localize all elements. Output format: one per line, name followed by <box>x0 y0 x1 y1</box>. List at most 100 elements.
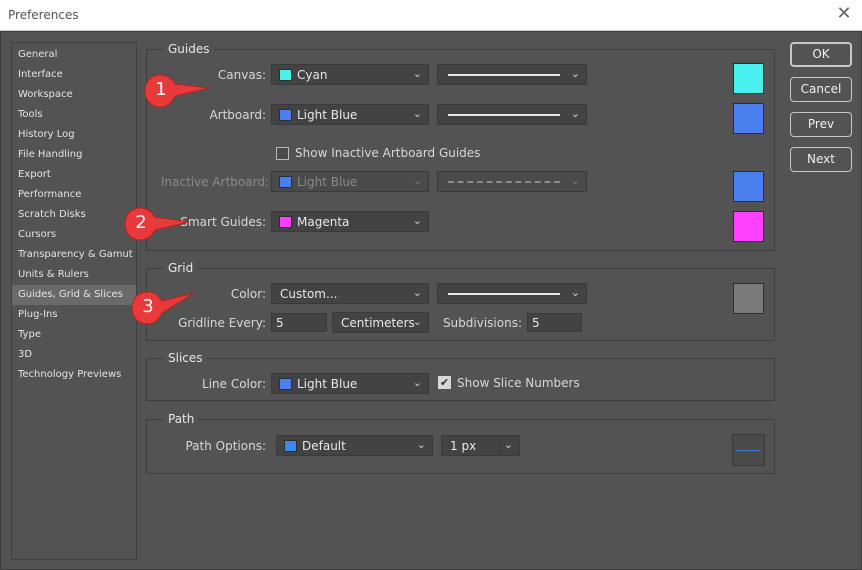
subdivisions-label: Subdivisions: <box>442 316 522 330</box>
canvas-line-style-select[interactable]: ⌄ <box>437 64 587 85</box>
sidebar-item-guides-grid-slices[interactable]: Guides, Grid & Slices <box>12 285 136 305</box>
callout-2: 2 <box>121 205 190 241</box>
sidebar-item-3d[interactable]: 3D <box>12 345 136 365</box>
grid-group-title: Grid <box>164 261 198 275</box>
artboard-color-swatch[interactable] <box>733 103 764 134</box>
slice-line-color-select[interactable]: Light Blue ⌄ <box>271 373 429 394</box>
inactive-artboard-color-select[interactable]: Light Blue ⌄ <box>271 171 429 192</box>
sidebar-item-transparency-gamut[interactable]: Transparency & Gamut <box>12 245 136 265</box>
callout-1: 1 <box>141 72 210 108</box>
show-slice-numbers-checkbox[interactable]: ✔ <box>438 376 451 389</box>
sidebar-item-file-handling[interactable]: File Handling <box>12 145 136 165</box>
subdivisions-input[interactable]: 5 <box>527 313 582 332</box>
callout-number: 2 <box>135 212 147 233</box>
grid-group <box>146 268 775 341</box>
smart-guides-color-swatch-small <box>279 216 292 228</box>
path-width-select[interactable]: 1 px ⌄ <box>441 435 520 456</box>
path-options-label: Path Options: <box>185 439 266 453</box>
artboard-line-style-select[interactable]: ⌄ <box>437 104 587 125</box>
grid-color-select[interactable]: Custom... ⌄ <box>271 283 429 304</box>
chevron-down-icon: ⌄ <box>416 438 426 451</box>
smart-guides-color-select[interactable]: Magenta ⌄ <box>271 211 429 232</box>
canvas-color-swatch[interactable] <box>733 63 764 94</box>
sidebar-item-history-log[interactable]: History Log <box>12 125 136 145</box>
callout-number: 3 <box>142 296 154 317</box>
solid-line-preview <box>448 74 560 76</box>
artboard-color-swatch-small <box>279 109 292 121</box>
ok-button[interactable]: OK <box>790 42 852 67</box>
guides-group-title: Guides <box>164 42 214 56</box>
close-icon[interactable]: ✕ <box>834 4 854 24</box>
artboard-color-value: Light Blue <box>297 108 358 122</box>
chevron-down-icon: ⌄ <box>412 174 422 187</box>
grid-color-value: Custom... <box>280 287 338 301</box>
chevron-down-icon: ⌄ <box>412 214 422 227</box>
solid-line-preview <box>448 293 560 295</box>
inactive-artboard-line-style-select[interactable]: ⌄ <box>437 171 587 192</box>
chevron-down-icon: ⌄ <box>503 438 513 451</box>
callout-3: 3 <box>128 289 195 325</box>
gridline-every-input[interactable]: 5 <box>271 313 327 332</box>
canvas-color-value: Cyan <box>297 68 328 82</box>
path-color-swatch-small <box>284 440 297 452</box>
slice-color-swatch-small <box>279 378 292 390</box>
sidebar-item-general[interactable]: General <box>12 45 136 65</box>
dashed-line-preview <box>448 181 560 183</box>
chevron-down-icon: ⌄ <box>412 67 422 80</box>
path-preview <box>732 434 765 466</box>
path-color-select[interactable]: Default ⌄ <box>276 435 433 456</box>
gridline-unit-value: Centimeters <box>341 316 415 330</box>
sidebar-item-tools[interactable]: Tools <box>12 105 136 125</box>
gridline-unit-select[interactable]: Centimeters ⌄ <box>332 312 429 333</box>
sidebar-item-scratch-disks[interactable]: Scratch Disks <box>12 205 136 225</box>
grid-line-style-select[interactable]: ⌄ <box>437 283 587 304</box>
slice-line-color-label: Line Color: <box>202 377 266 391</box>
inactive-artboard-color-swatch[interactable] <box>733 171 764 202</box>
sidebar-item-plug-ins[interactable]: Plug-Ins <box>12 305 136 325</box>
path-color-value: Default <box>302 439 346 453</box>
inactive-artboard-label: Inactive Artboard: <box>161 175 269 189</box>
cancel-button[interactable]: Cancel <box>790 77 852 102</box>
sidebar-item-export[interactable]: Export <box>12 165 136 185</box>
canvas-color-swatch-small <box>279 69 292 81</box>
inactive-artboard-color-value: Light Blue <box>297 175 358 189</box>
sidebar-item-workspace[interactable]: Workspace <box>12 85 136 105</box>
chevron-down-icon: ⌄ <box>570 286 580 299</box>
chevron-down-icon: ⌄ <box>412 107 422 120</box>
sidebar-item-technology-previews[interactable]: Technology Previews <box>12 365 136 385</box>
sidebar-item-performance[interactable]: Performance <box>12 185 136 205</box>
solid-line-preview <box>448 114 560 116</box>
path-group-title: Path <box>164 412 199 426</box>
chevron-down-icon: ⌄ <box>570 67 580 80</box>
path-preview-line <box>736 450 761 451</box>
grid-color-swatch[interactable] <box>733 283 764 314</box>
prev-button[interactable]: Prev <box>790 112 852 137</box>
path-width-value: 1 px <box>450 439 477 453</box>
chevron-down-icon: ⌄ <box>412 376 422 389</box>
next-button[interactable]: Next <box>790 147 852 172</box>
smart-guides-color-swatch[interactable] <box>733 211 764 242</box>
callout-number: 1 <box>155 79 167 100</box>
chevron-down-icon: ⌄ <box>412 286 422 299</box>
show-inactive-artboard-checkbox[interactable] <box>276 147 289 160</box>
slices-group-title: Slices <box>164 351 207 365</box>
slice-line-color-value: Light Blue <box>297 377 358 391</box>
preferences-dialog: General Interface Workspace Tools History Lo… <box>0 31 862 570</box>
chevron-down-icon: ⌄ <box>570 174 580 187</box>
sidebar-item-type[interactable]: Type <box>12 325 136 345</box>
sidebar-item-cursors[interactable]: Cursors <box>12 225 136 245</box>
path-width-divider <box>500 436 501 455</box>
sidebar-item-units-rulers[interactable]: Units & Rulers <box>12 265 136 285</box>
show-inactive-artboard-label: Show Inactive Artboard Guides <box>295 146 481 160</box>
window-title: Preferences <box>8 8 79 22</box>
chevron-down-icon: ⌄ <box>570 107 580 120</box>
chevron-down-icon: ⌄ <box>412 315 422 328</box>
sidebar-item-interface[interactable]: Interface <box>12 65 136 85</box>
preferences-sidebar: General Interface Workspace Tools History Lo… <box>11 42 137 560</box>
canvas-color-select[interactable]: Cyan ⌄ <box>271 64 429 85</box>
inactive-artboard-color-swatch-small <box>279 176 292 188</box>
title-bar: Preferences ✕ <box>0 0 862 31</box>
smart-guides-color-value: Magenta <box>297 215 350 229</box>
show-slice-numbers-label: Show Slice Numbers <box>457 376 580 390</box>
artboard-color-select[interactable]: Light Blue ⌄ <box>271 104 429 125</box>
